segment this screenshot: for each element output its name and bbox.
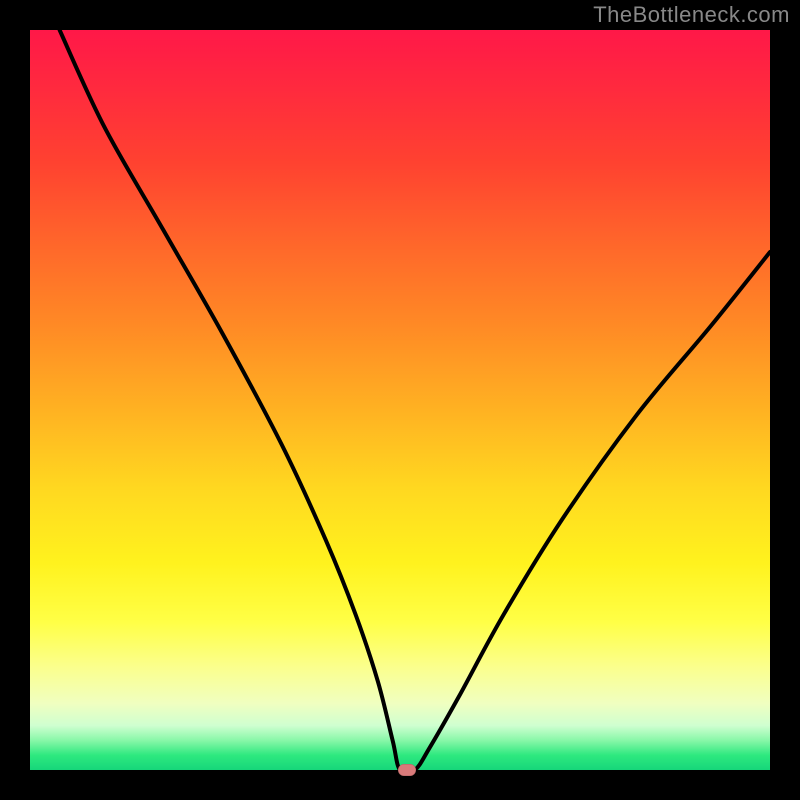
- plot-area: [30, 30, 770, 770]
- curve-path: [60, 30, 770, 773]
- chart-container: TheBottleneck.com: [0, 0, 800, 800]
- optimum-marker: [398, 764, 416, 776]
- watermark-text: TheBottleneck.com: [593, 2, 790, 28]
- bottleneck-curve: [30, 30, 770, 770]
